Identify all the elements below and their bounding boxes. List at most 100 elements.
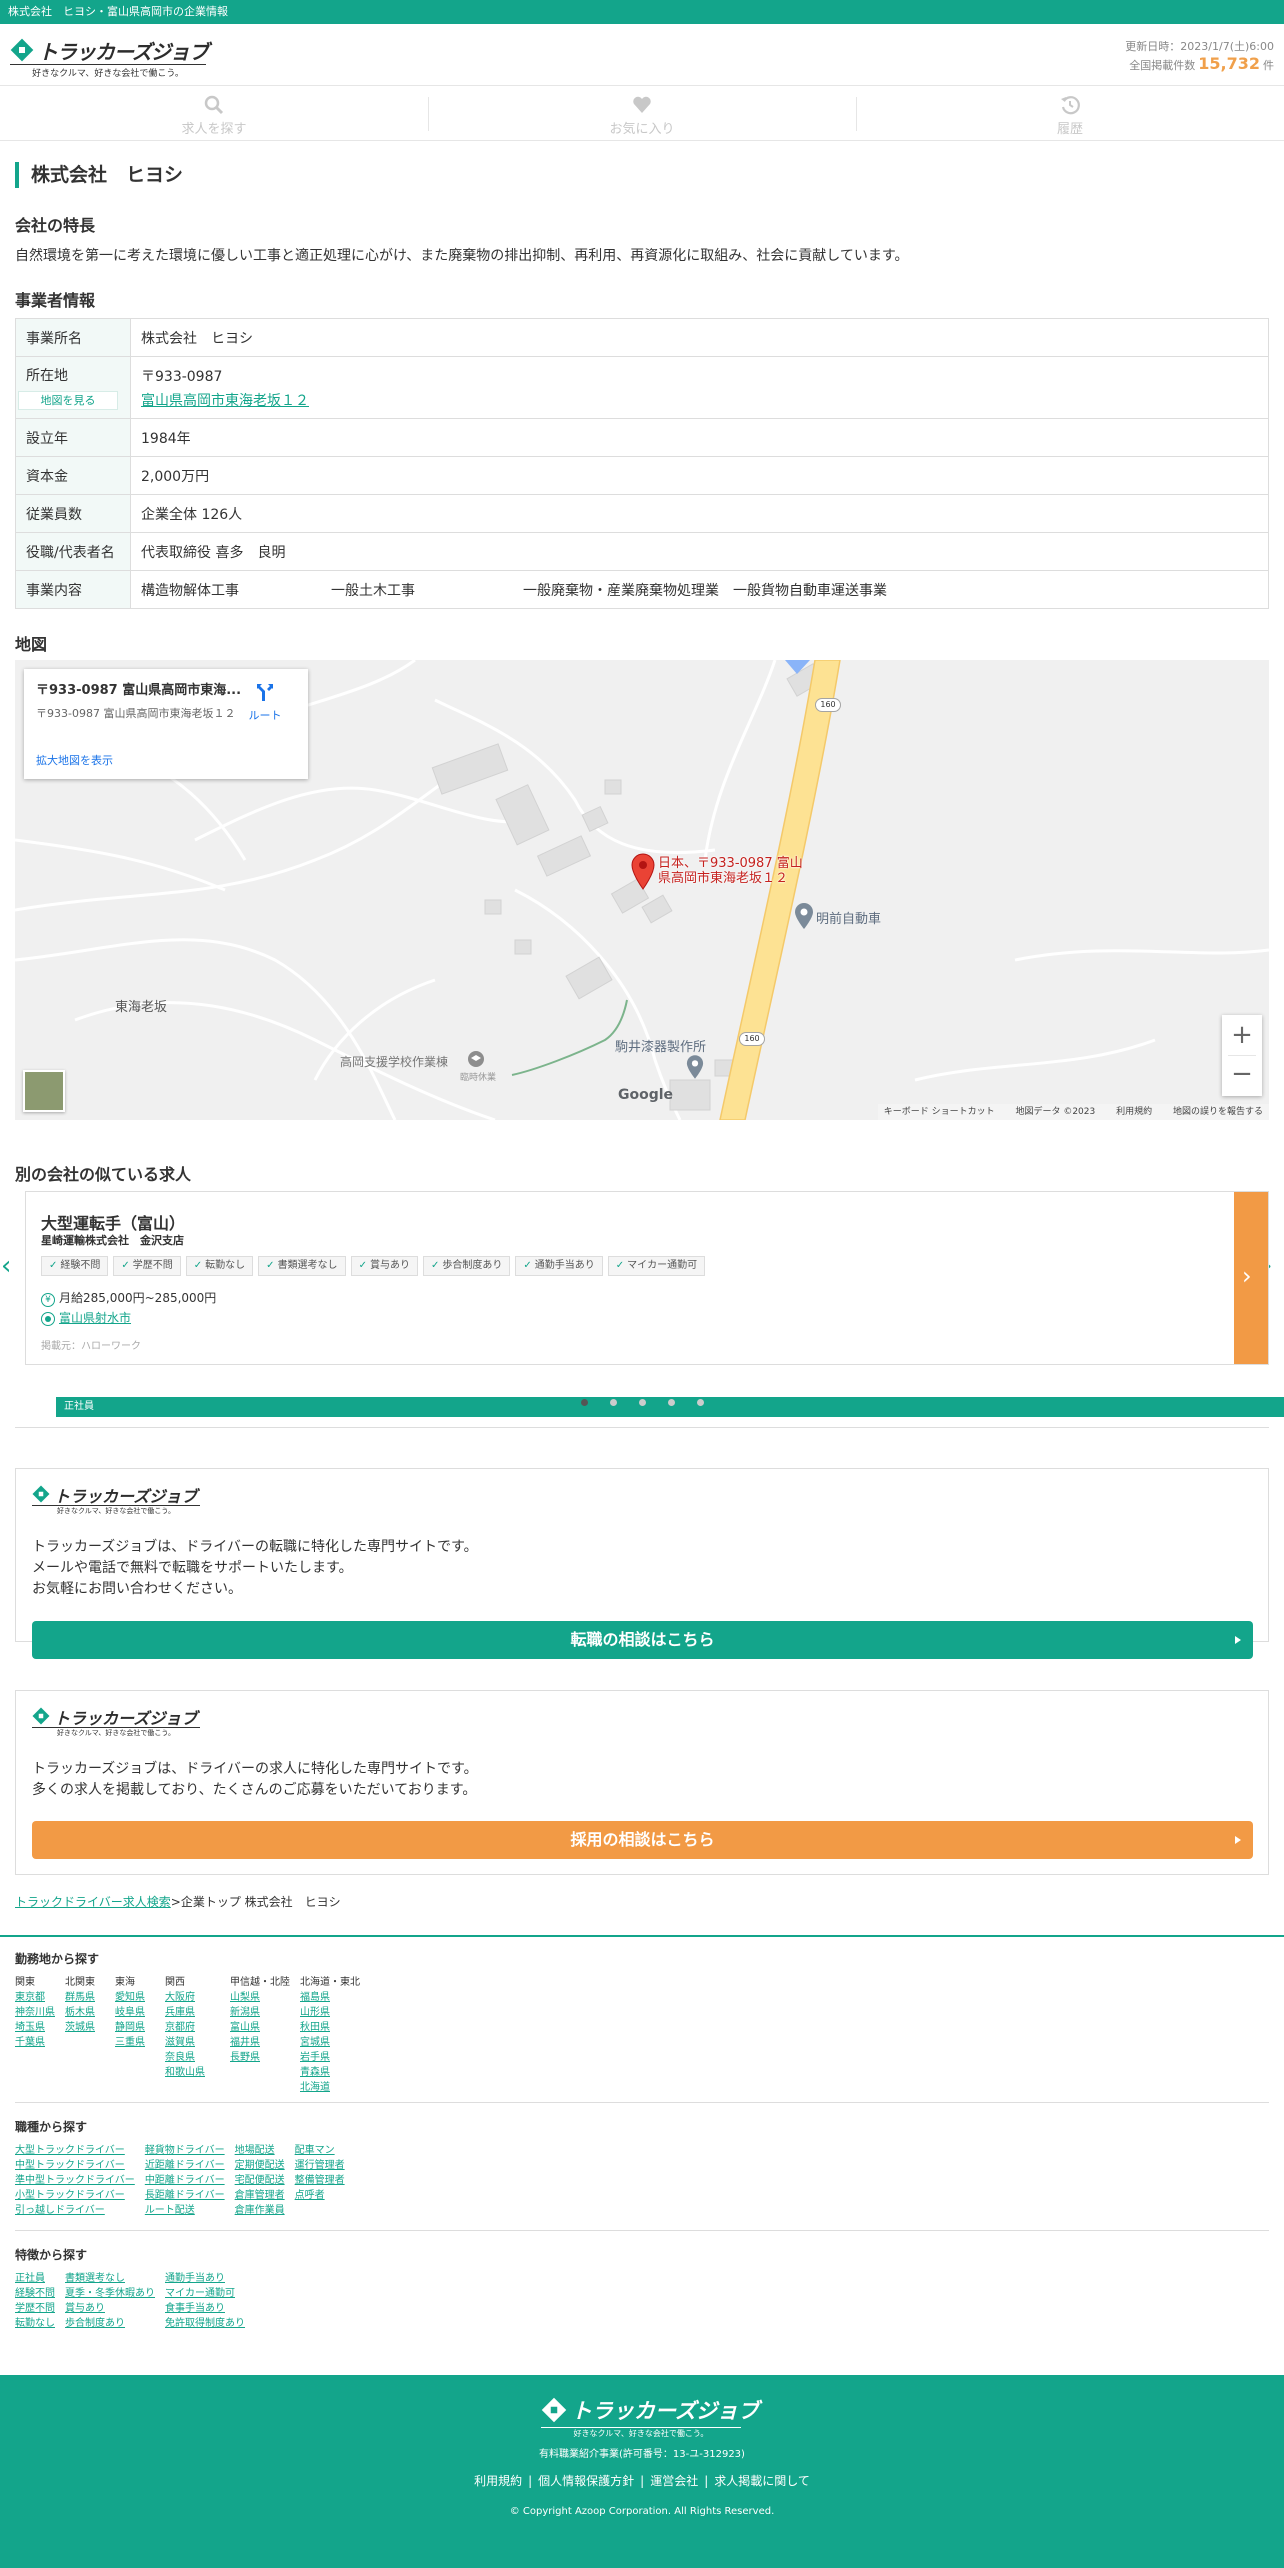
prefecture-link[interactable]: 埼玉県	[15, 2020, 55, 2035]
prefecture-link[interactable]: 宮城県	[300, 2035, 360, 2050]
nav-favorites[interactable]: お気に入り	[428, 87, 856, 140]
carousel-dot[interactable]	[696, 1399, 704, 1406]
carousel-dot[interactable]	[609, 1399, 617, 1406]
link-column: 書類選考なし 夏季・冬季休暇あり 賞与あり 歩合制度あり	[65, 2271, 155, 2331]
promo-logo-wordmark: トラッカーズジョブ	[54, 1487, 198, 1506]
feature-link[interactable]: 夏季・冬季休暇あり	[65, 2286, 155, 2301]
prefecture-link[interactable]: 和歌山県	[165, 2065, 220, 2080]
prefecture-link[interactable]: 群馬県	[65, 1990, 105, 2005]
feature-link[interactable]: 書類選考なし	[65, 2271, 155, 2286]
similar-job-card[interactable]: 大型運転手（富山） 星崎運輸株式会社 金沢支店 正社員 ✓ 経験不問 ✓ 学歴不問 …	[25, 1191, 1284, 1417]
prefecture-link[interactable]: 静岡県	[115, 2020, 155, 2035]
jobtype-link[interactable]: 倉庫作業員	[235, 2203, 285, 2218]
jobtype-link[interactable]: 小型トラックドライバー	[15, 2188, 135, 2203]
count-label: 全国掲載件数	[1129, 59, 1196, 72]
promo-logo-tagline: 好きなクルマ、好きな会社で働こう。	[32, 1505, 200, 1516]
prefecture-link[interactable]: 京都府	[165, 2020, 220, 2035]
carousel-dot[interactable]	[580, 1399, 588, 1406]
info-key: 事業所名	[15, 318, 131, 357]
jobtype-link[interactable]: 中型トラックドライバー	[15, 2158, 135, 2173]
jobtype-link[interactable]: 引っ越しドライバー	[15, 2203, 135, 2218]
feature-link[interactable]: 食事手当あり	[165, 2301, 245, 2316]
hiring-consult-button[interactable]: 採用の相談はこちら	[32, 1821, 1253, 1859]
next-card-peek[interactable]: ›	[1234, 1192, 1268, 1364]
prefecture-link[interactable]: 岩手県	[300, 2050, 360, 2065]
report-error-link[interactable]: 地図の誤りを報告する	[1173, 1107, 1263, 1117]
google-map[interactable]: 160 160 〒933-0987 富山県高岡市東海... 〒933-0987 …	[15, 660, 1269, 1120]
prefecture-link[interactable]: 茨城県	[65, 2020, 105, 2035]
prefecture-link[interactable]: 滋賀県	[165, 2035, 220, 2050]
jobtype-link[interactable]: 大型トラックドライバー	[15, 2143, 135, 2158]
nav-search[interactable]: 求人を探す	[0, 87, 428, 140]
prefecture-link[interactable]: 千葉県	[15, 2035, 55, 2050]
jobtype-link[interactable]: 定期便配送	[235, 2158, 285, 2173]
prefecture-link[interactable]: 岐阜県	[115, 2005, 155, 2020]
prefecture-link[interactable]: 北海道	[300, 2080, 360, 2095]
jobtype-link[interactable]: 整備管理者	[295, 2173, 345, 2188]
breadcrumb-home-link[interactable]: トラックドライバー求人検索	[15, 1895, 171, 1909]
prefecture-link[interactable]: 青森県	[300, 2065, 360, 2080]
prefecture-link[interactable]: 東京都	[15, 1990, 55, 2005]
footer-link-listing[interactable]: 求人掲載に関して	[714, 2474, 810, 2488]
route-button[interactable]: ルート	[240, 681, 290, 723]
site-logo[interactable]: トラッカーズジョブ 好きなクルマ、好きな会社で働こう。	[10, 36, 209, 79]
region-label: 東海	[115, 1977, 135, 1988]
view-map-button[interactable]: 地図を見る	[18, 391, 118, 410]
carousel-dot[interactable]	[638, 1399, 646, 1406]
feature-link[interactable]: 正社員	[15, 2271, 55, 2286]
feature-link[interactable]: 歩合制度あり	[65, 2316, 155, 2331]
prefecture-link[interactable]: 富山県	[230, 2020, 290, 2035]
job-location-link[interactable]: 富山県射水市	[59, 1311, 131, 1325]
carousel-dot[interactable]	[667, 1399, 675, 1406]
nav-history[interactable]: 履歴	[856, 87, 1284, 140]
keyboard-shortcuts-link[interactable]: キーボード ショートカット	[884, 1107, 995, 1117]
prefecture-link[interactable]: 福井県	[230, 2035, 290, 2050]
footer-link-privacy[interactable]: 個人情報保護方針	[538, 2474, 634, 2488]
zoom-out-button[interactable]: −	[1222, 1056, 1262, 1096]
prefecture-link[interactable]: 兵庫県	[165, 2005, 220, 2020]
yen-icon: ¥	[41, 1293, 55, 1307]
jobtype-link[interactable]: 配車マン	[295, 2143, 345, 2158]
prefecture-link[interactable]: 山形県	[300, 2005, 360, 2020]
prefecture-link[interactable]: 新潟県	[230, 2005, 290, 2020]
jobtype-link[interactable]: 中距離ドライバー	[145, 2173, 225, 2188]
jobtype-link[interactable]: 準中型トラックドライバー	[15, 2173, 135, 2188]
prefecture-link[interactable]: 愛知県	[115, 1990, 155, 2005]
prefecture-link[interactable]: 福島県	[300, 1990, 360, 2005]
feature-link[interactable]: 免許取得制度あり	[165, 2316, 245, 2331]
jobtype-link[interactable]: 軽貨物ドライバー	[145, 2143, 225, 2158]
jobtype-link[interactable]: 長距離ドライバー	[145, 2188, 225, 2203]
feature-link[interactable]: 賞与あり	[65, 2301, 155, 2316]
feature-link[interactable]: 学歴不問	[15, 2301, 55, 2316]
prefecture-link[interactable]: 三重県	[115, 2035, 155, 2050]
jobtype-link[interactable]: 運行管理者	[295, 2158, 345, 2173]
feature-link[interactable]: 転勤なし	[15, 2316, 55, 2331]
feature-link[interactable]: 経験不問	[15, 2286, 55, 2301]
footer-link-terms[interactable]: 利用規約	[474, 2474, 522, 2488]
prefecture-link[interactable]: 栃木県	[65, 2005, 105, 2020]
address-link[interactable]: 富山県高岡市東海老坂１２	[141, 390, 309, 410]
terms-link[interactable]: 利用規約	[1116, 1107, 1152, 1117]
jobtype-link[interactable]: 近距離ドライバー	[145, 2158, 225, 2173]
prefecture-link[interactable]: 大阪府	[165, 1990, 220, 2005]
footer-logo[interactable]: トラッカーズジョブ 好きなクルマ、好きな会社で働こう。	[541, 2397, 759, 2439]
prefecture-link[interactable]: 秋田県	[300, 2020, 360, 2035]
carousel-prev-button[interactable]: ‹	[1, 1251, 11, 1281]
jobtype-link[interactable]: 地場配送	[235, 2143, 285, 2158]
footer-link-company[interactable]: 運営会社	[650, 2474, 698, 2488]
feature-link[interactable]: マイカー通勤可	[165, 2286, 245, 2301]
job-salary: 月給285,000円~285,000円	[59, 1291, 217, 1305]
prefecture-link[interactable]: 長野県	[230, 2050, 290, 2065]
prefecture-link[interactable]: 神奈川県	[15, 2005, 55, 2020]
jobtype-link[interactable]: 宅配便配送	[235, 2173, 285, 2188]
enlarge-map-link[interactable]: 拡大地図を表示	[36, 752, 113, 768]
prefecture-link[interactable]: 山梨県	[230, 1990, 290, 2005]
jobtype-link[interactable]: ルート配送	[145, 2203, 225, 2218]
jobtype-link[interactable]: 点呼者	[295, 2188, 345, 2203]
prefecture-link[interactable]: 奈良県	[165, 2050, 220, 2065]
career-consult-button[interactable]: 転職の相談はこちら	[32, 1621, 1253, 1659]
jobtype-link[interactable]: 倉庫管理者	[235, 2188, 285, 2203]
zoom-in-button[interactable]: +	[1222, 1015, 1262, 1055]
satellite-toggle[interactable]	[23, 1070, 65, 1112]
feature-link[interactable]: 通勤手当あり	[165, 2271, 245, 2286]
